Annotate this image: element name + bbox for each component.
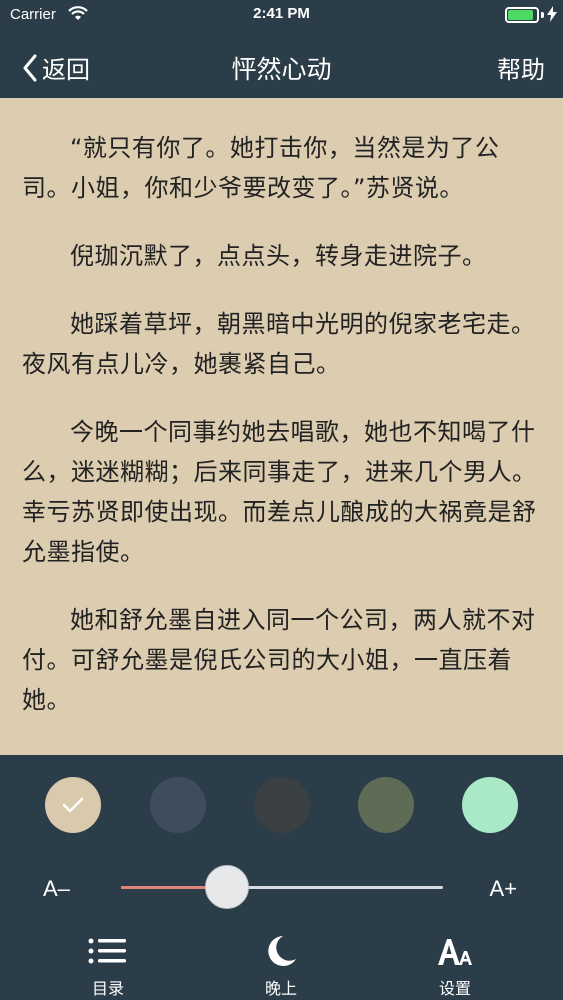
tab-night-mode[interactable]: z z 晚上 [221, 933, 341, 1000]
decrease-font-button[interactable]: A– [43, 876, 70, 902]
svg-text:z: z [286, 942, 290, 950]
theme-swatch-beige[interactable] [45, 777, 101, 833]
tab-label: 晚上 [264, 979, 297, 998]
settings-panel: A– A+ 目录 z z 晚上 设置 [0, 755, 563, 1000]
paragraph: 她踩着草坪，朝黑暗中光明的倪家老宅走。夜风有点儿冷，她裹紧自己。 [22, 310, 536, 378]
status-time: 2:41 PM [253, 5, 310, 22]
paragraph: “就只有你了。她打击你，当然是为了公司。小姐，你和少爷要改变了。”苏贤说。 [22, 134, 500, 202]
theme-swatch-charcoal[interactable] [254, 777, 310, 833]
theme-swatches [0, 777, 563, 833]
checkmark-icon [62, 797, 84, 813]
svg-text:z: z [280, 947, 285, 957]
help-button[interactable]: 帮助 [497, 50, 545, 85]
theme-swatch-slate[interactable] [150, 777, 206, 833]
increase-font-button[interactable]: A+ [489, 876, 517, 902]
battery-tip [541, 12, 544, 18]
tab-contents[interactable]: 目录 [48, 933, 168, 1000]
slider-thumb[interactable] [205, 865, 250, 909]
battery-icon [505, 7, 539, 23]
page-title: 怦然心动 [231, 55, 332, 84]
tab-label: 目录 [91, 979, 124, 998]
font-settings-icon [438, 939, 472, 965]
tab-label: 设置 [438, 979, 471, 998]
paragraph: 倪珈沉默了，点点头，转身走进院子。 [70, 242, 487, 270]
navigation-bar: 返回 怦然心动 帮助 [0, 30, 563, 98]
font-size-slider[interactable] [121, 865, 443, 909]
paragraph: 今晚一个同事约她去唱歌，她也不知喝了什么，迷迷糊糊；后来同事走了，进来几个男人。… [22, 418, 537, 566]
list-icon [88, 938, 126, 964]
paragraph: 她和舒允墨自进入同一个公司，两人就不对付。可舒允墨是倪氏公司的大小姐，一直压着她… [22, 606, 536, 714]
status-bar: Carrier 2:41 PM [0, 0, 563, 30]
theme-swatch-olive[interactable] [358, 777, 414, 833]
charging-icon [547, 6, 557, 26]
font-size-control: A– A+ [0, 863, 563, 913]
battery-fill [508, 10, 533, 20]
reading-area[interactable]: “就只有你了。她打击你，当然是为了公司。小姐，你和少爷要改变了。”苏贤说。 倪珈… [0, 98, 563, 755]
tab-settings[interactable]: 设置 [395, 933, 515, 1000]
theme-swatch-mint[interactable] [462, 777, 518, 833]
bottom-toolbar: 目录 z z 晚上 设置 [0, 933, 563, 1000]
moon-icon: z z [268, 936, 296, 966]
